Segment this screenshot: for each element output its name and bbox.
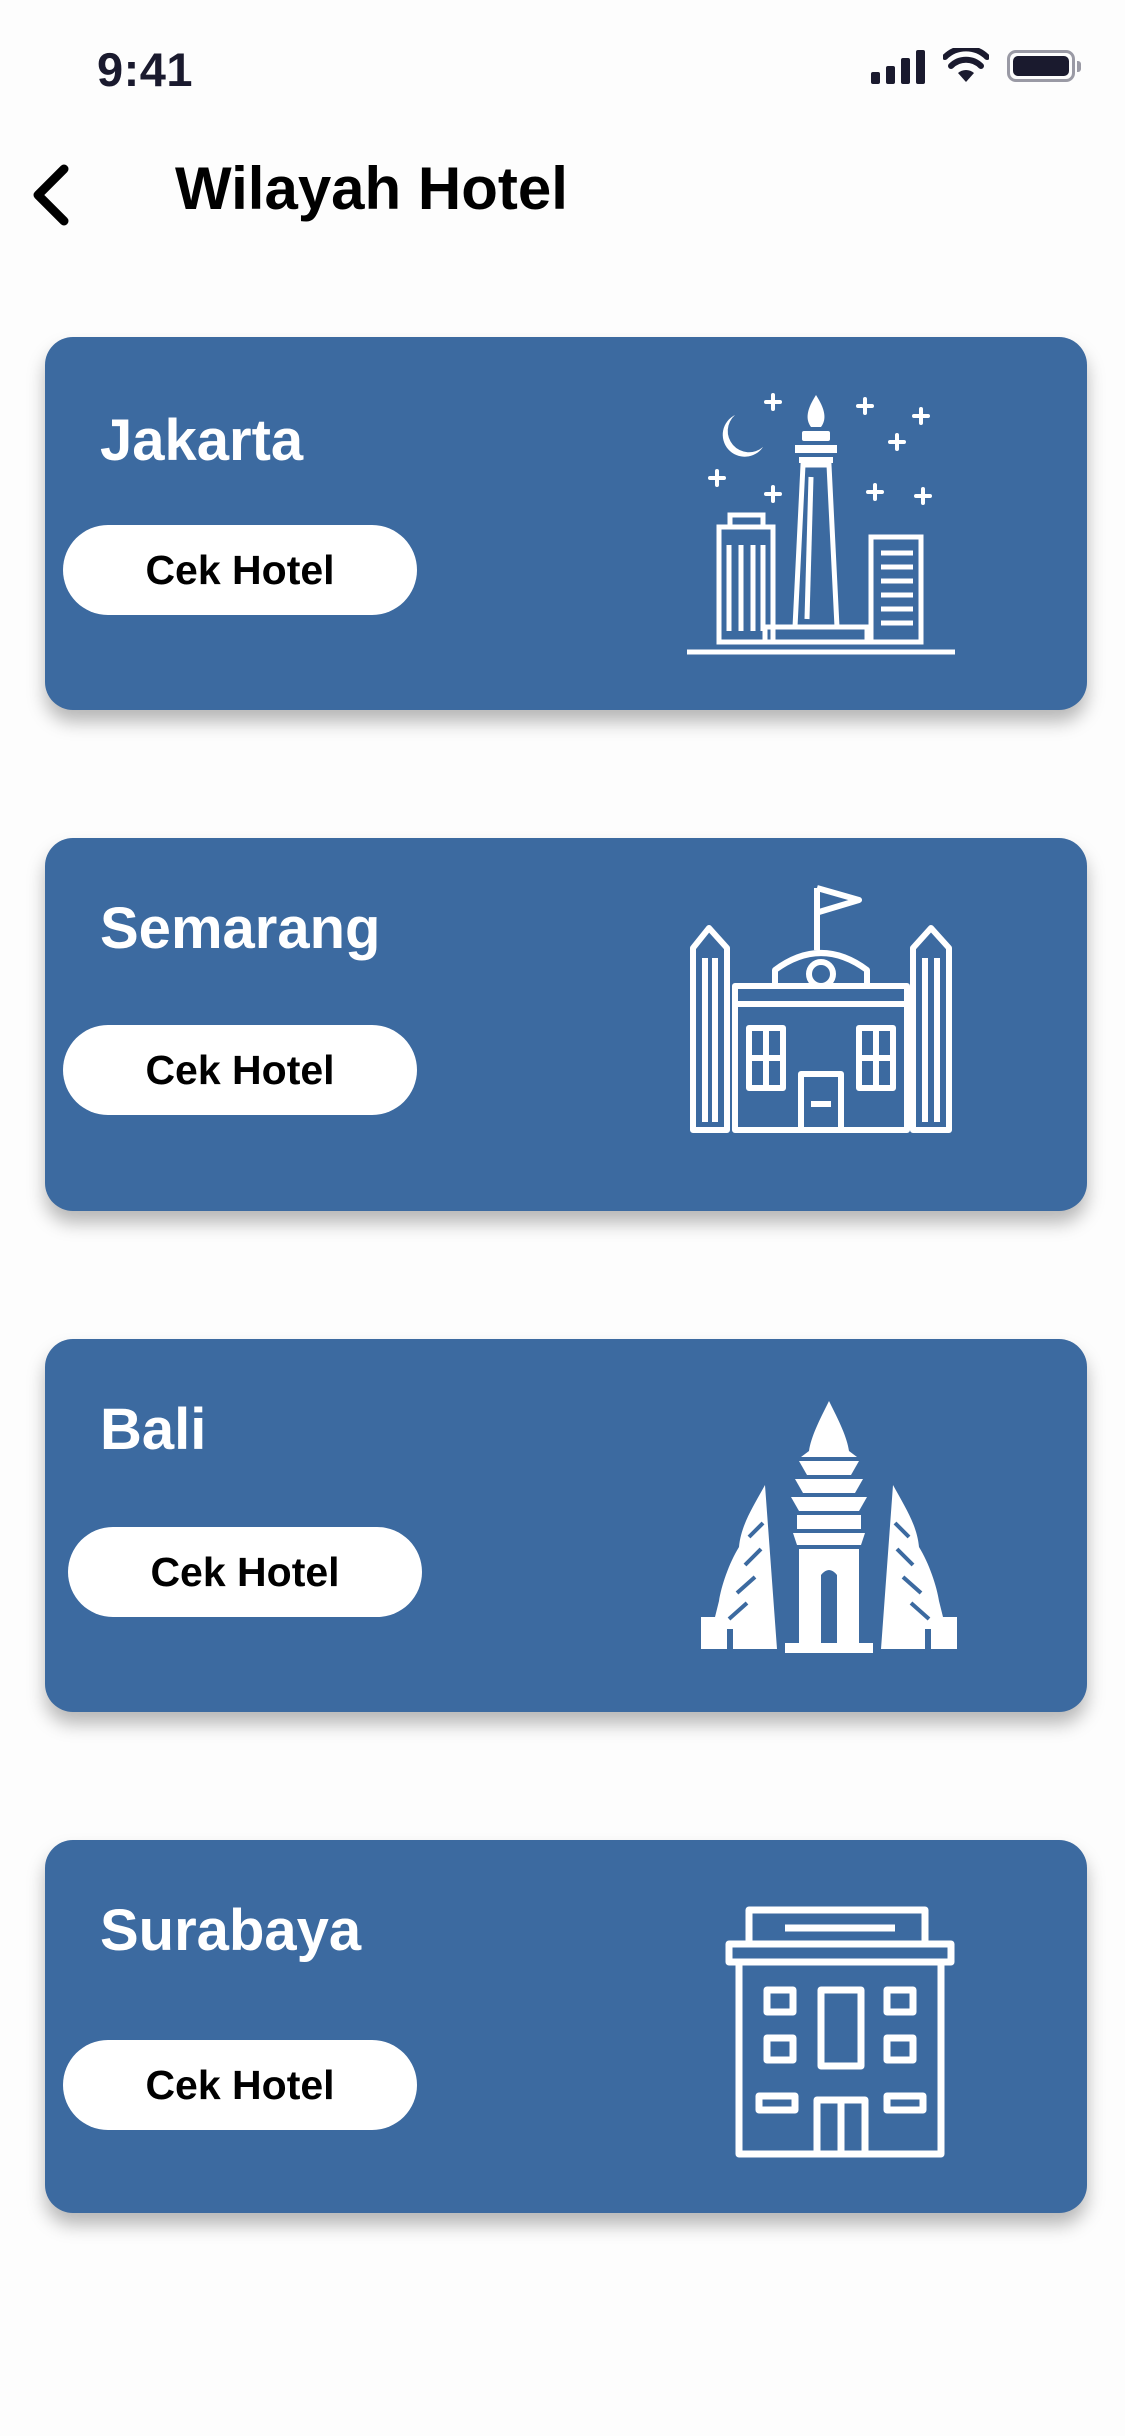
cek-hotel-button-jakarta[interactable]: Cek Hotel (63, 525, 417, 615)
app-screen: 9:41 Wilayah Hotel Jakarta Cek Hotel Sem… (0, 0, 1125, 2436)
hotel-building-icon (725, 1906, 955, 2158)
battery-icon (1007, 50, 1081, 82)
city-name: Semarang (100, 896, 381, 961)
cek-hotel-button-semarang[interactable]: Cek Hotel (63, 1025, 417, 1115)
city-name: Surabaya (100, 1898, 362, 1963)
status-icons (871, 48, 1081, 84)
chevron-left-icon (33, 164, 69, 226)
monas-monument-icon (687, 393, 955, 655)
city-card-surabaya: Surabaya Cek Hotel (45, 1840, 1087, 2213)
cellular-signal-icon (871, 48, 925, 84)
cek-hotel-button-surabaya[interactable]: Cek Hotel (63, 2040, 417, 2130)
city-name: Bali (100, 1397, 207, 1462)
cek-hotel-button-bali[interactable]: Cek Hotel (68, 1527, 422, 1617)
status-bar: 9:41 (0, 0, 1125, 132)
city-name: Jakarta (100, 408, 304, 473)
city-card-semarang: Semarang Cek Hotel (45, 838, 1087, 1211)
city-card-bali: Bali Cek Hotel (45, 1339, 1087, 1712)
header: Wilayah Hotel (0, 132, 1125, 242)
page-title: Wilayah Hotel (175, 155, 568, 222)
bali-temple-gate-icon (701, 1401, 957, 1653)
back-button[interactable] (20, 160, 80, 230)
lawang-sewu-building-icon (690, 885, 952, 1133)
city-card-jakarta: Jakarta Cek Hotel (45, 337, 1087, 710)
wifi-icon (943, 48, 989, 82)
status-time: 9:41 (97, 43, 194, 96)
